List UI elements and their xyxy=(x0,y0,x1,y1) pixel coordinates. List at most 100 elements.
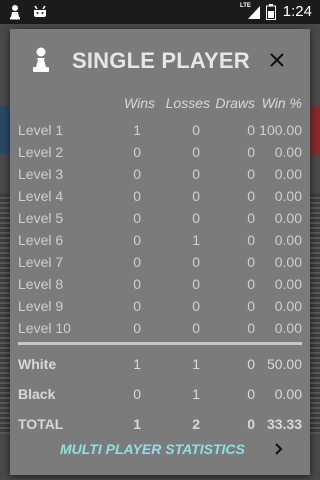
wins-value: 0 xyxy=(133,144,141,160)
win-percent-value: 0.00 xyxy=(274,232,302,248)
draws-value: 0 xyxy=(247,416,255,432)
win-percent-value: 0.00 xyxy=(274,144,302,160)
wins-value: 1 xyxy=(133,356,141,372)
pawn-notification-icon xyxy=(8,4,22,25)
close-icon xyxy=(270,53,284,67)
losses-value: 0 xyxy=(192,144,200,160)
draws-value: 0 xyxy=(247,386,255,402)
row-label: Level 1 xyxy=(18,122,64,138)
close-button[interactable] xyxy=(266,49,288,71)
losses-value: 1 xyxy=(192,356,200,372)
row-label: Black xyxy=(18,386,56,402)
header-wins: Wins xyxy=(124,95,155,111)
header-losses: Losses xyxy=(165,95,210,111)
row-label: Level 5 xyxy=(18,210,64,226)
win-percent-value: 0.00 xyxy=(274,320,302,336)
multiplayer-statistics-label: MULTI PLAYER STATISTICS xyxy=(60,441,245,457)
win-percent-value: 50.00 xyxy=(266,356,302,372)
win-percent-value: 0.00 xyxy=(274,210,302,226)
background-pattern xyxy=(0,194,10,434)
win-percent-value: 0.00 xyxy=(274,276,302,292)
wins-value: 0 xyxy=(133,166,141,182)
table-row: Level 1 1 0 0 100.00 xyxy=(18,119,302,141)
table-row: Level 9 0 0 0 0.00 xyxy=(18,295,302,317)
row-label: Level 2 xyxy=(18,144,64,160)
table-header: Wins Losses Draws Win % xyxy=(18,91,302,119)
table-row: Level 2 0 0 0 0.00 xyxy=(18,141,302,163)
dialog-title: SINGLE PLAYER xyxy=(72,48,250,73)
table-row: Level 10 0 0 0 0.00 xyxy=(18,317,302,339)
losses-value: 0 xyxy=(192,122,200,138)
losses-value: 1 xyxy=(192,232,200,248)
pawn-icon xyxy=(30,47,52,78)
draws-value: 0 xyxy=(247,254,255,270)
losses-value: 2 xyxy=(192,416,200,432)
row-label: White xyxy=(18,356,57,372)
multiplayer-statistics-link[interactable]: MULTI PLAYER STATISTICS xyxy=(60,437,290,463)
losses-value: 0 xyxy=(192,298,200,314)
wins-value: 0 xyxy=(133,232,141,248)
win-percent-value: 0.00 xyxy=(274,188,302,204)
header-draws: Draws xyxy=(215,95,255,111)
row-label: Level 10 xyxy=(18,320,71,336)
statistics-dialog: SINGLE PLAYER Wins Losses Draws Win % Le… xyxy=(10,29,310,475)
white-row: White 1 1 0 50.00 xyxy=(18,349,302,379)
wins-value: 0 xyxy=(133,320,141,336)
background-pattern xyxy=(310,194,320,434)
row-label: Level 9 xyxy=(18,298,64,314)
black-row: Black 0 1 0 0.00 xyxy=(18,379,302,409)
win-percent-value: 0.00 xyxy=(274,254,302,270)
table-row: Level 8 0 0 0 0.00 xyxy=(18,273,302,295)
win-percent-value: 100.00 xyxy=(259,122,302,138)
win-percent-value: 0.00 xyxy=(274,298,302,314)
wins-value: 0 xyxy=(133,188,141,204)
dialog-header: SINGLE PLAYER xyxy=(10,29,310,91)
draws-value: 0 xyxy=(247,320,255,336)
table-row: Level 7 0 0 0 0.00 xyxy=(18,251,302,273)
row-label: Level 4 xyxy=(18,188,64,204)
draws-value: 0 xyxy=(247,166,255,182)
losses-value: 0 xyxy=(192,166,200,182)
table-row: Level 3 0 0 0 0.00 xyxy=(18,163,302,185)
wins-value: 0 xyxy=(133,254,141,270)
draws-value: 0 xyxy=(247,210,255,226)
total-row: TOTAL 1 2 0 33.33 xyxy=(18,409,302,439)
win-percent-value: 0.00 xyxy=(274,166,302,182)
header-win-percent: Win % xyxy=(261,95,302,111)
draws-value: 0 xyxy=(247,356,255,372)
row-label: TOTAL xyxy=(18,416,64,432)
wins-value: 0 xyxy=(133,276,141,292)
losses-value: 0 xyxy=(192,210,200,226)
wins-value: 1 xyxy=(133,122,141,138)
battery-icon xyxy=(266,4,276,25)
table-row: Level 6 0 1 0 0.00 xyxy=(18,229,302,251)
android-icon xyxy=(32,4,48,25)
wins-value: 0 xyxy=(133,298,141,314)
win-percent-value: 0.00 xyxy=(274,386,302,402)
draws-value: 0 xyxy=(247,188,255,204)
win-percent-value: 33.33 xyxy=(266,416,302,432)
draws-value: 0 xyxy=(247,276,255,292)
wins-value: 0 xyxy=(133,386,141,402)
signal-icon xyxy=(247,4,261,25)
draws-value: 0 xyxy=(247,232,255,248)
losses-value: 0 xyxy=(192,276,200,292)
row-label: Level 3 xyxy=(18,166,64,182)
row-label: Level 6 xyxy=(18,232,64,248)
divider xyxy=(18,342,302,345)
table-row: Level 5 0 0 0 0.00 xyxy=(18,207,302,229)
wins-value: 1 xyxy=(133,416,141,432)
losses-value: 1 xyxy=(192,386,200,402)
statistics-table: Wins Losses Draws Win % Level 1 1 0 0 10… xyxy=(18,91,302,439)
row-label: Level 8 xyxy=(18,276,64,292)
table-row: Level 4 0 0 0 0.00 xyxy=(18,185,302,207)
draws-value: 0 xyxy=(247,298,255,314)
losses-value: 0 xyxy=(192,254,200,270)
wins-value: 0 xyxy=(133,210,141,226)
status-bar: LTE 1:24 xyxy=(0,0,320,24)
draws-value: 0 xyxy=(247,144,255,160)
chevron-right-icon xyxy=(274,442,284,461)
losses-value: 0 xyxy=(192,188,200,204)
losses-value: 0 xyxy=(192,320,200,336)
draws-value: 0 xyxy=(247,122,255,138)
